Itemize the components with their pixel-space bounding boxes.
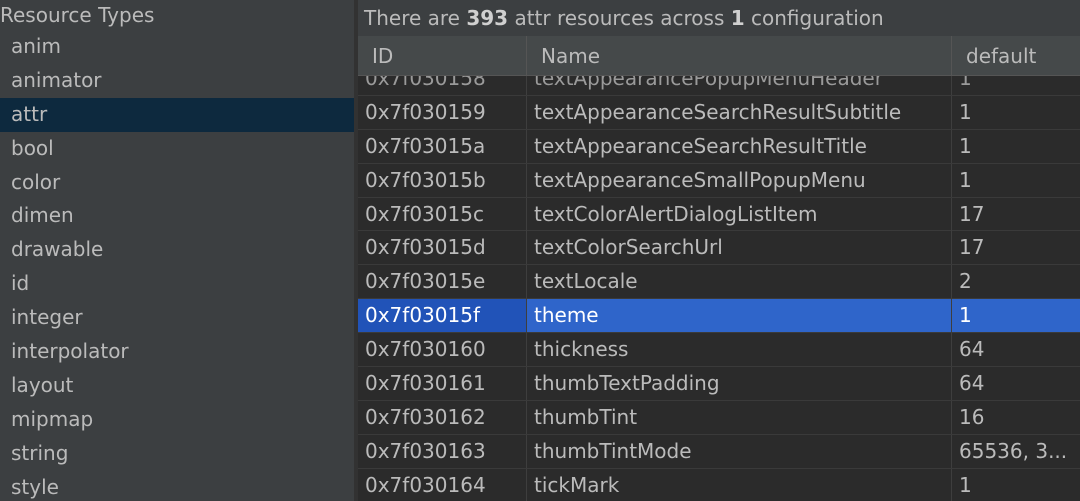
table-row[interactable]: 0x7f03015c textColorAlertDialogListItem 17 — [358, 197, 1080, 232]
resource-type-item[interactable]: integer — [0, 301, 354, 335]
cell-name: thickness — [527, 333, 952, 367]
column-header-default[interactable]: default — [952, 36, 1080, 76]
table-row[interactable]: 0x7f030160 thickness 64 — [358, 333, 1080, 368]
cell-id: 0x7f03015a — [358, 129, 527, 163]
resource-type-item[interactable]: style — [0, 471, 354, 501]
cell-name: textAppearanceSmallPopupMenu — [527, 163, 952, 197]
cell-default: 1 — [959, 99, 972, 124]
cell-id: 0x7f030162 — [358, 400, 527, 434]
cell-default: 64 — [959, 337, 985, 362]
summary-configs: 1 — [730, 6, 745, 30]
table-row[interactable]: 0x7f03015f theme 1 — [358, 299, 1080, 334]
resource-type-item[interactable]: string — [0, 437, 354, 471]
resource-type-item[interactable]: anim — [0, 30, 354, 64]
cell-id: 0x7f030161 — [358, 367, 527, 401]
resource-viewer: Resource Types anim animator attr bool color… — [0, 0, 1080, 501]
resource-type-item[interactable]: dimen — [0, 199, 354, 233]
cell-name: textAppearanceSearchResultTitle — [527, 129, 952, 163]
cell-default: 1 — [959, 133, 972, 158]
cell-name: textColorAlertDialogListItem — [527, 197, 952, 231]
resource-table-body: 0x7f030158 textAppearancePopupMenuHeader 1… — [358, 62, 1080, 501]
table-row[interactable]: 0x7f030163 thumbTintMode 65536, 3... — [358, 434, 1080, 469]
table-row[interactable]: 0x7f030164 tickMark 1 — [358, 468, 1080, 501]
cell-default: 17 — [959, 201, 985, 226]
cell-id: 0x7f030159 — [358, 95, 527, 129]
table-row[interactable]: 0x7f030159 textAppearanceSearchResultSubt… — [358, 95, 1080, 130]
cell-name: theme — [527, 299, 952, 333]
resource-type-item[interactable]: id — [0, 267, 354, 301]
summary-prefix: There are — [364, 6, 467, 30]
summary-middle: attr resources across — [508, 6, 731, 30]
cell-id: 0x7f03015c — [358, 197, 527, 231]
cell-id: 0x7f030164 — [358, 468, 527, 501]
cell-name: textColorSearchUrl — [527, 231, 952, 265]
cell-default: 1 — [959, 303, 972, 328]
resource-type-item[interactable]: drawable — [0, 233, 354, 267]
table-row[interactable]: 0x7f03015e textLocale 2 — [358, 265, 1080, 300]
table-row[interactable]: 0x7f030162 thumbTint 16 — [358, 400, 1080, 435]
cell-default: 1 — [959, 472, 972, 497]
cell-default: 2 — [959, 269, 972, 294]
cell-id: 0x7f03015f — [358, 299, 527, 333]
resource-type-item[interactable]: color — [0, 166, 354, 200]
cell-id: 0x7f030160 — [358, 333, 527, 367]
cell-default: 17 — [959, 235, 985, 260]
column-header-name[interactable]: Name — [527, 36, 952, 76]
cell-id: 0x7f03015d — [358, 231, 527, 265]
cell-name: textLocale — [527, 265, 952, 299]
table-row[interactable]: 0x7f03015a textAppearanceSearchResultTitl… — [358, 129, 1080, 164]
cell-default: 1 — [959, 167, 972, 192]
resource-types-panel: Resource Types anim animator attr bool color… — [0, 0, 354, 501]
resource-type-item[interactable]: attr — [0, 97, 354, 132]
resource-type-item[interactable]: animator — [0, 64, 354, 98]
cell-default: 64 — [959, 371, 985, 396]
resource-type-item[interactable]: layout — [0, 369, 354, 403]
resource-table-panel: There are 393 attr resources across 1 co… — [358, 0, 1080, 501]
resource-summary: There are 393 attr resources across 1 co… — [358, 0, 1080, 36]
cell-name: tickMark — [527, 468, 952, 501]
resource-type-item[interactable]: interpolator — [0, 335, 354, 369]
cell-id: 0x7f03015b — [358, 163, 527, 197]
resource-type-item[interactable]: mipmap — [0, 403, 354, 437]
summary-suffix: configuration — [744, 6, 884, 30]
summary-count: 393 — [466, 6, 509, 30]
table-row[interactable]: 0x7f03015d textColorSearchUrl 17 — [358, 231, 1080, 266]
cell-default: 16 — [959, 404, 985, 429]
table-row[interactable]: 0x7f03015b textAppearanceSmallPopupMenu 1 — [358, 163, 1080, 198]
cell-name: thumbTintMode — [527, 434, 952, 468]
resource-types-list: anim animator attr bool color dimen drawable id… — [0, 30, 354, 501]
resource-types-header: Resource Types — [0, 3, 155, 27]
cell-id: 0x7f03015e — [358, 265, 527, 299]
cell-id: 0x7f030163 — [358, 434, 527, 468]
cell-name: thumbTextPadding — [527, 367, 952, 401]
column-header-id[interactable]: ID — [358, 36, 527, 76]
cell-name: thumbTint — [527, 400, 952, 434]
cell-name: textAppearanceSearchResultSubtitle — [527, 95, 952, 129]
resource-type-item[interactable]: bool — [0, 132, 354, 166]
table-row[interactable]: 0x7f030161 thumbTextPadding 64 — [358, 367, 1080, 401]
resource-table-header: ID Name default — [358, 36, 1080, 76]
cell-default: 65536, 3... — [959, 438, 1068, 463]
